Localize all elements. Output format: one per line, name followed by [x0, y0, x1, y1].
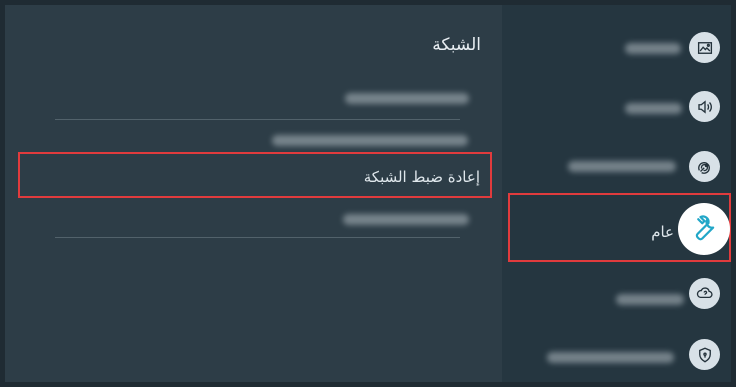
blurred-sidebar-label-5 [547, 352, 674, 363]
support-icon [689, 278, 720, 309]
page-title: الشبكة [432, 35, 481, 55]
tv-settings-screen: الشبكة إعادة ضبط الشبكة عام [0, 0, 736, 387]
blurred-menu-item-2[interactable] [272, 135, 468, 146]
wrench-icon [678, 203, 730, 255]
menu-divider-1 [55, 119, 460, 120]
sound-icon [689, 91, 720, 122]
privacy-shield-icon [689, 339, 720, 370]
blurred-sidebar-label-3 [568, 161, 676, 172]
blurred-menu-item-1[interactable] [345, 93, 469, 104]
blurred-sidebar-label-2 [625, 103, 682, 114]
menu-divider-2 [55, 237, 460, 238]
blurred-sidebar-label-1 [625, 43, 681, 54]
sidebar-item-privacy[interactable] [502, 323, 731, 387]
sidebar-item-sound[interactable] [502, 77, 731, 141]
sidebar-item-broadcast[interactable] [502, 135, 731, 199]
network-panel: الشبكة إعادة ضبط الشبكة [5, 5, 502, 382]
sidebar-item-general-label[interactable]: عام [651, 223, 674, 241]
network-reset-label[interactable]: إعادة ضبط الشبكة [364, 168, 480, 186]
broadcast-icon [689, 151, 720, 182]
picture-icon [689, 32, 720, 63]
blurred-menu-item-3[interactable] [343, 214, 469, 225]
sidebar-item-picture[interactable] [502, 17, 731, 81]
sidebar-item-support[interactable] [502, 263, 731, 327]
settings-frame: الشبكة إعادة ضبط الشبكة عام [5, 5, 731, 382]
settings-sidebar: عام [502, 5, 731, 382]
blurred-sidebar-label-4 [616, 294, 684, 305]
